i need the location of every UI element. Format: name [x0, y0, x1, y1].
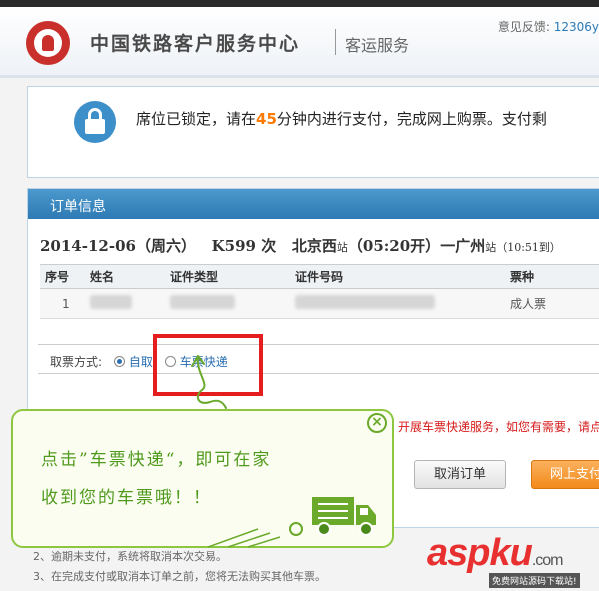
option-self-pickup[interactable]: 自取 [129, 355, 153, 369]
col-id-type: 证件类型 [165, 264, 290, 289]
col-ticket-type: 票种 [505, 264, 599, 289]
order-section-title: 订单信息 [28, 189, 599, 219]
express-promo-text: 开展车票快递服务，如您有需要，请点 [398, 420, 599, 434]
trip-arrive: （10:51到） [496, 241, 561, 254]
row-ticket-type: 成人票 [505, 288, 599, 319]
pickup-method: 取票方式: 自取 车票快递 [38, 344, 599, 374]
table-header: 序号 姓名 证件类型 证件号码 票种 [40, 264, 599, 289]
notice-text-after: 分钟内进行支付，完成网上购票。支付剩 [276, 110, 547, 128]
site-subtitle: 客运服务 [345, 36, 410, 55]
notice-text-before: 席位已锁定，请在 [136, 110, 257, 128]
trip-date: 2014-12-06（周六） [40, 237, 196, 255]
notice-text: 席位已锁定，请在45分钟内进行支付，完成网上购票。支付剩 [136, 108, 547, 129]
radio-self-pickup[interactable] [113, 356, 125, 367]
trip-to-suffix: 站 [485, 241, 497, 254]
watermark-brand: aspku [427, 532, 533, 574]
trip-depart: （05:20开） [347, 237, 441, 255]
lock-icon [74, 101, 116, 143]
close-icon[interactable]: × [367, 413, 387, 433]
online-pay-button[interactable]: 网上支付 [531, 460, 599, 489]
row-name-redacted [85, 288, 165, 319]
watermark-tagline: 免费网站源码下载站! [489, 573, 580, 588]
divider [335, 29, 336, 55]
site-title: 中国铁路客户服务中心 [90, 33, 301, 55]
feedback-label: 意见反馈: [497, 20, 550, 34]
callout-line-1: 点击”车票快递“，即可在家 [41, 450, 272, 470]
tip-item: 3、在完成支付或取消本订单之前，您将无法购买其他车票。 [33, 570, 326, 583]
trip-from-suffix: 站 [336, 241, 348, 254]
tip-item: 2、逾期未支付，系统将取消本次交易。 [33, 550, 227, 563]
row-id-number-redacted [290, 288, 505, 319]
row-index: 1 [40, 288, 85, 319]
feedback-link[interactable]: 12306y [554, 20, 599, 34]
railway-logo-icon[interactable] [26, 21, 70, 65]
col-index: 序号 [40, 264, 85, 289]
col-name: 姓名 [85, 264, 165, 289]
col-id-number: 证件号码 [290, 264, 505, 289]
table-row: 1 成人票 [40, 288, 599, 319]
callout-text: 点击”车票快递“，即可在家 收到您的车票哦！！ [41, 441, 271, 517]
cancel-order-button[interactable]: 取消订单 [414, 460, 506, 489]
method-label: 取票方式: [50, 355, 103, 369]
lock-notice: 席位已锁定，请在45分钟内进行支付，完成网上购票。支付剩 [27, 86, 599, 178]
watermark: aspku.com [427, 532, 563, 575]
feedback[interactable]: 意见反馈: 12306y [498, 18, 599, 35]
tips-list: 2、逾期未支付，系统将取消本次交易。 3、在完成支付或取消本订单之前，您将无法购… [33, 547, 326, 587]
trip-from: 北京西 [291, 237, 337, 255]
callout-bubble: × 点击”车票快递“，即可在家 收到您的车票哦！！ [11, 409, 394, 548]
top-strip [0, 0, 599, 7]
callout-line-2: 收到您的车票哦！！ [41, 488, 212, 508]
watermark-domain: .com [531, 552, 564, 569]
row-id-type-redacted [165, 288, 290, 319]
passenger-table: 序号 姓名 证件类型 证件号码 票种 1 成人票 [40, 264, 599, 319]
delivery-truck-icon [312, 497, 376, 536]
speed-lines-icon [208, 522, 303, 548]
pointer-curl-icon [191, 355, 227, 409]
trip-to: 一广州 [440, 237, 486, 255]
site-header: 中国铁路客户服务中心 客运服务 意见反馈: 12306y [0, 7, 599, 78]
trip-info: 2014-12-06（周六） K599 次 北京西站（05:20开）一广州站（1… [40, 235, 561, 256]
notice-minutes: 45 [256, 110, 277, 128]
trip-train: K599 次 [211, 237, 277, 255]
